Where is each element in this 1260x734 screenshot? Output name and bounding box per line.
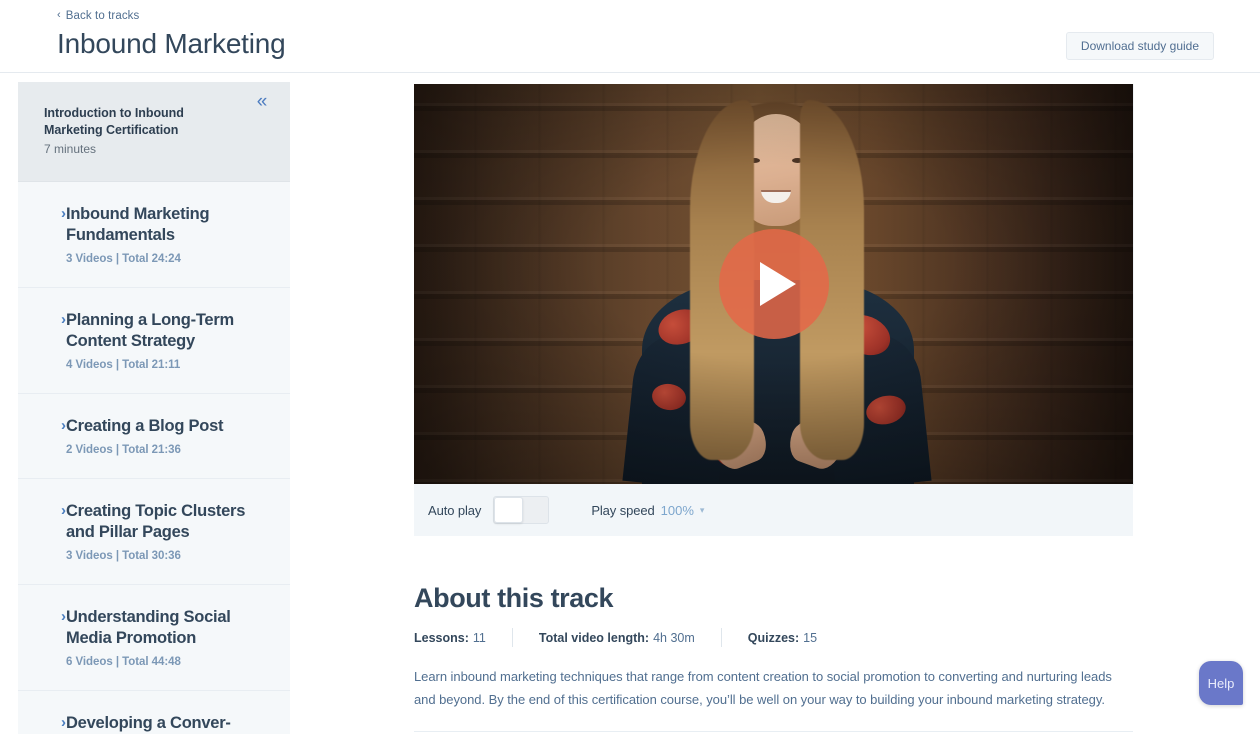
stat-divider xyxy=(720,628,722,647)
main-content: Auto play Play speed 100% ▾ About this t… xyxy=(414,84,1133,734)
stat-total-video-length-value: 4h 30m xyxy=(653,630,695,645)
stat-total-video-length-key: Total video length: xyxy=(538,630,650,645)
sidebar-item-meta: 6 Videos | Total 44:48 xyxy=(66,656,181,668)
sidebar-item-meta: 3 Videos | Total 24:24 xyxy=(66,253,181,265)
chevron-right-icon: › xyxy=(61,417,66,434)
stat-lessons: Lessons: 11 xyxy=(414,631,486,645)
chevron-right-icon: › xyxy=(61,311,66,328)
sidebar-item-label: Creating Topic Clusters and Pillar Pages xyxy=(66,502,246,541)
sidebar-item-developing-a-conversion[interactable]: › Developing a Conver- xyxy=(18,691,290,734)
video-player[interactable] xyxy=(414,84,1133,484)
page-header: ‹ Back to tracks Inbound Marketing Downl… xyxy=(0,0,1260,73)
page-title: Inbound Marketing xyxy=(57,28,286,59)
back-to-tracks-label: Back to tracks xyxy=(65,10,140,22)
player-controls: Auto play Play speed 100% ▾ xyxy=(414,484,1133,536)
download-study-guide-button[interactable]: Download study guide xyxy=(1065,32,1214,60)
stat-quizzes-key: Quizzes: xyxy=(747,630,800,645)
sidebar-item-understanding-social-media-promotion[interactable]: › Understanding Social Media Promotion 6… xyxy=(18,585,290,691)
stat-quizzes: Quizzes: 15 xyxy=(748,631,817,645)
chevron-right-icon: › xyxy=(61,714,66,731)
sidebar-item-current-lesson: « Introduction to Inbound Marketing Cert… xyxy=(18,82,290,182)
about-heading: About this track xyxy=(414,583,614,613)
chevron-right-icon: › xyxy=(61,502,66,519)
sidebar-item-label: Inbound Marketing Fundamentals xyxy=(66,205,210,244)
collapse-sidebar-icon[interactable]: « xyxy=(248,87,276,115)
stat-lessons-value: 11 xyxy=(472,630,486,645)
sidebar-item-meta: 4 Videos | Total 21:11 xyxy=(66,359,181,371)
play-speed-value[interactable]: 100% xyxy=(661,503,694,518)
sidebar-item-meta: 2 Videos | Total 21:36 xyxy=(66,444,181,456)
chevron-right-icon: › xyxy=(61,205,66,222)
sidebar-item-inbound-marketing-fundamentals[interactable]: › Inbound Marketing Fundamentals 3 Video… xyxy=(18,182,290,288)
stat-quizzes-value: 15 xyxy=(803,630,818,645)
back-to-tracks-link[interactable]: ‹ Back to tracks xyxy=(57,9,140,23)
sidebar-item-planning-long-term-content-strategy[interactable]: › Planning a Long-Term Content Strategy … xyxy=(18,288,290,394)
play-speed-label: Play speed xyxy=(591,502,655,518)
about-description: Learn inbound marketing techniques that … xyxy=(414,669,1112,707)
play-speed-control[interactable]: Play speed 100% ▾ xyxy=(591,503,704,518)
play-icon[interactable] xyxy=(718,229,829,339)
about-this-track-section: About this track Lessons: 11 Total video… xyxy=(414,582,1133,732)
chevron-down-icon[interactable]: ▾ xyxy=(700,505,705,515)
stat-lessons-key: Lessons: xyxy=(414,630,469,645)
autoplay-label: Auto play xyxy=(428,502,482,518)
section-divider xyxy=(414,731,1133,732)
chevron-right-icon: › xyxy=(61,608,66,625)
autoplay-toggle[interactable] xyxy=(493,496,550,524)
course-track-page: ‹ Back to tracks Inbound Marketing Downl… xyxy=(0,0,1260,734)
track-stats: Lessons: 11 Total video length: 4h 30m Q… xyxy=(414,628,1133,647)
help-button[interactable]: Help xyxy=(1199,661,1243,705)
chevron-left-icon: ‹ xyxy=(57,9,61,21)
sidebar-item-label: Creating a Blog Post xyxy=(66,417,224,435)
sidebar-item-creating-topic-clusters-and-pillar-pages[interactable]: › Creating Topic Clusters and Pillar Pag… xyxy=(18,479,290,585)
stat-total-video-length: Total video length: 4h 30m xyxy=(539,631,695,645)
current-lesson-duration: 7 minutes xyxy=(44,142,97,156)
sidebar-item-label: Understanding Social Media Promotion xyxy=(66,608,231,647)
sidebar-item-creating-a-blog-post[interactable]: › Creating a Blog Post 2 Videos | Total … xyxy=(18,394,290,479)
sidebar-item-label: Planning a Long-Term Content Strategy xyxy=(66,311,234,350)
current-lesson-title: Introduction to Inbound Marketing Certif… xyxy=(44,106,184,137)
play-triangle-icon xyxy=(760,262,796,306)
autoplay-toggle-knob xyxy=(494,497,524,523)
lesson-sidebar[interactable]: « Introduction to Inbound Marketing Cert… xyxy=(18,82,290,734)
content-right-edge xyxy=(1133,84,1134,485)
sidebar-item-label: Developing a Conver- xyxy=(66,714,231,732)
sidebar-item-meta: 3 Videos | Total 30:36 xyxy=(66,550,181,562)
stat-divider xyxy=(511,628,513,647)
